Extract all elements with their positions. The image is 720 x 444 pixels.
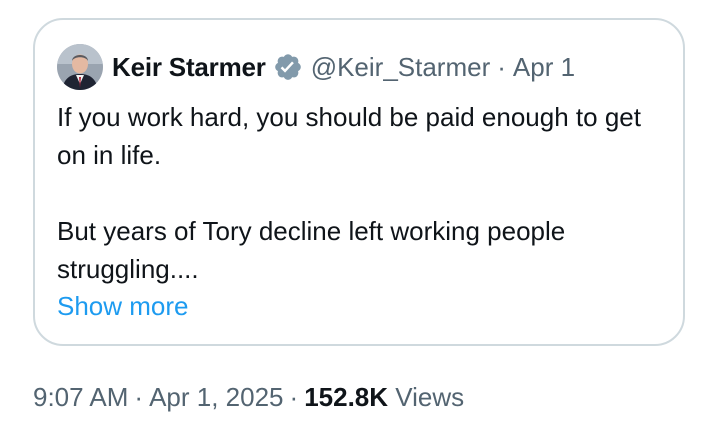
tweet-meta: 9:07 AM · Apr 1, 2025 · 152.8K Views [33, 378, 464, 416]
tweet-text: If you work hard, you should be paid eno… [57, 98, 667, 288]
author-handle[interactable]: @Keir_Starmer [311, 52, 491, 83]
quoted-tweet-card[interactable]: Keir Starmer @Keir_Starmer · Apr 1 If yo… [33, 18, 685, 346]
meta-separator: · [134, 382, 144, 412]
tweet-full-date[interactable]: Apr 1, 2025 [149, 382, 283, 412]
verified-badge-icon [274, 54, 301, 80]
show-more-link[interactable]: Show more [57, 288, 189, 324]
tweet-time[interactable]: 9:07 AM [33, 382, 128, 412]
author-avatar[interactable] [57, 44, 103, 90]
tweet-header: Keir Starmer @Keir_Starmer · Apr 1 [57, 44, 575, 90]
header-separator: · [497, 51, 506, 82]
tweet-paragraph: If you work hard, you should be paid eno… [57, 102, 641, 170]
meta-separator: · [289, 382, 299, 412]
tweet-date[interactable]: Apr 1 [513, 52, 575, 83]
views-label: Views [395, 382, 465, 412]
views-count: 152.8K [304, 382, 389, 412]
tweet-paragraph: But years of Tory decline left working p… [57, 216, 566, 284]
author-name[interactable]: Keir Starmer [112, 52, 266, 83]
